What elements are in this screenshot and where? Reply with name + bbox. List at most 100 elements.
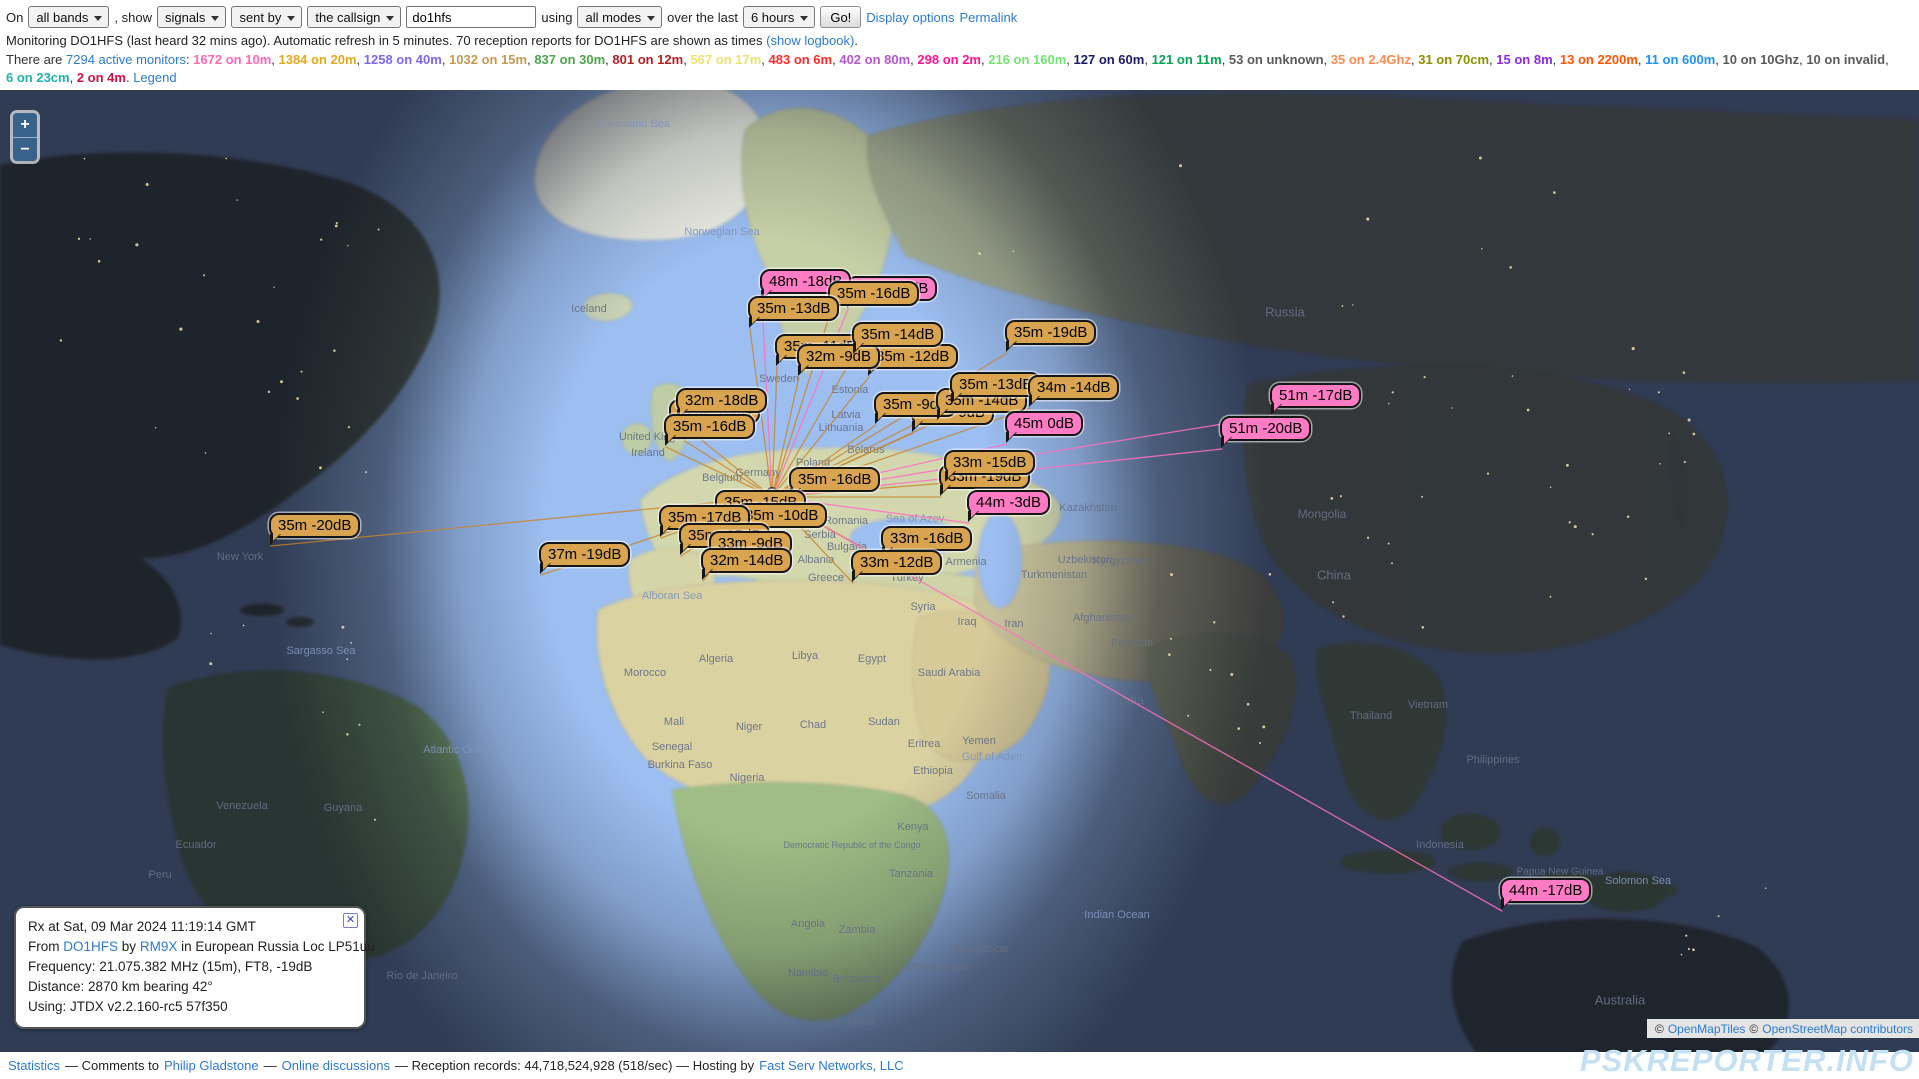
reception-balloon[interactable]: 35m -14dB [852,322,943,347]
band-count: 837 on 30m [534,52,605,67]
reception-balloon[interactable]: 35m -19dB [1005,320,1096,345]
reception-balloon[interactable]: 37m -19dB [539,542,630,567]
world-map[interactable]: Greenland SeaNorwegian SeaSargasso SeaAt… [0,90,1919,1052]
permalink-link[interactable]: Permalink [959,10,1017,25]
signal-ray [671,432,772,497]
reception-balloon[interactable]: 33m -15dB [944,450,1035,475]
discussions-link[interactable]: Online discussions [282,1058,390,1073]
from-callsign-link[interactable]: DO1HFS [63,939,118,954]
band-count: 127 on 60m [1074,52,1145,67]
reception-balloon[interactable]: 33m -16dB [881,526,972,551]
period-select[interactable]: 6 hours [743,6,815,28]
author-link[interactable]: Philip Gladstone [164,1058,259,1073]
band-count: 31 on 70cm [1418,52,1489,67]
over-label: over the last [667,10,738,25]
monitoring-status-row: Monitoring DO1HFS (last heard 32 mins ag… [0,28,1919,48]
status-bar: Statistics — Comments to Philip Gladston… [0,1052,1919,1079]
reception-balloon[interactable]: 32m -18dB [676,388,767,413]
modes-select[interactable]: all modes [577,6,662,28]
reception-balloon[interactable]: 35m -16dB [828,281,919,306]
copyright-icon: © [1749,1022,1758,1036]
hosting-link[interactable]: Fast Serv Networks, LLC [759,1058,904,1073]
callsign-input[interactable] [406,6,536,28]
display-options-link[interactable]: Display options [866,10,954,25]
reception-report-popup: ✕ Rx at Sat, 09 Mar 2024 11:19:14 GMT Fr… [14,906,366,1029]
show-logbook-link[interactable]: (show logbook) [766,33,854,48]
popup-frequency: Frequency: 21.075.382 MHz (15m), FT8, -1… [28,957,352,977]
band-count: 1258 on 40m [364,52,442,67]
popup-distance: Distance: 2870 km bearing 42° [28,977,352,997]
reception-balloon[interactable]: 35m -20dB [269,513,360,538]
chevron-down-icon [647,16,655,21]
reception-balloon[interactable]: 32m -9dB [797,344,880,369]
reception-balloon[interactable]: 33m -12dB [851,550,942,575]
band-count: 10 on invalid [1806,52,1885,67]
reception-balloon[interactable]: 45m 0dB [1005,411,1083,436]
popup-rx-time: Rx at Sat, 09 Mar 2024 11:19:14 GMT [28,917,352,937]
toolbar: On all bands , show signals sent by the … [0,0,1919,90]
band-count: 35 on 2.4Ghz [1331,52,1411,67]
band-counts-line1: 1672 on 10m, 1384 on 20m, 1258 on 40m, 1… [193,52,1888,67]
openmaptiles-link[interactable]: OpenMapTiles [1668,1022,1746,1036]
bands-select[interactable]: all bands [28,6,109,28]
band-count: 121 on 11m [1152,52,1222,67]
band-count: 298 on 2m [917,52,981,67]
map-attribution: © OpenMapTiles © OpenStreetMap contribut… [1647,1019,1919,1038]
band-count: 801 on 12m [612,52,683,67]
band-count: 53 on unknown [1229,52,1324,67]
reception-balloon[interactable]: 35m -16dB [789,467,880,492]
using-label: using [541,10,572,25]
band-count: 13 on 2200m [1560,52,1638,67]
band-count: 11 on 600m [1645,52,1715,67]
on-label: On [6,10,23,25]
band-count: 15 on 8m [1496,52,1552,67]
filter-type-select[interactable]: the callsign [307,6,401,28]
what-select[interactable]: signals [157,6,226,28]
popup-from-line: From DO1HFS by RM9X in European Russia L… [28,937,352,957]
chevron-down-icon [211,16,219,21]
active-monitors-row: There are 7294 active monitors: 1672 on … [0,48,1919,67]
zoom-out-button[interactable]: − [13,137,37,161]
reception-balloon[interactable]: 44m -3dB [967,490,1050,515]
band-count: 1672 on 10m [193,52,271,67]
map-zoom-control: + − [10,110,40,164]
statistics-link[interactable]: Statistics [8,1058,60,1073]
query-toolbar-row: On all bands , show signals sent by the … [0,0,1919,28]
close-icon[interactable]: ✕ [343,913,358,928]
band-count: 402 on 80m [839,52,910,67]
chevron-down-icon [287,16,295,21]
direction-select[interactable]: sent by [231,6,302,28]
band-counts-line2: 6 on 23cm, 2 on 4m. [6,70,133,85]
chevron-down-icon [94,16,102,21]
copyright-icon: © [1655,1022,1664,1036]
band-count: 2 on 4m [77,70,126,85]
legend-link[interactable]: Legend [133,70,176,85]
band-count: 1032 on 15m [449,52,527,67]
reception-balloon[interactable]: 35m -13dB [748,296,839,321]
band-count: 216 on 160m [988,52,1066,67]
band-count: 483 on 6m [769,52,833,67]
go-button[interactable]: Go! [820,6,861,28]
reception-balloon[interactable]: 34m -14dB [1028,375,1119,400]
openstreetmap-link[interactable]: OpenStreetMap contributors [1762,1022,1913,1036]
monitors-prefix: There are [6,52,62,67]
chevron-down-icon [386,16,394,21]
reception-balloon[interactable]: 32m -14dB [701,548,792,573]
receiver-callsign-link[interactable]: RM9X [140,939,178,954]
band-count: 6 on 23cm [6,70,70,85]
reception-balloon[interactable]: 51m -20dB [1220,416,1311,441]
chevron-down-icon [800,16,808,21]
show-label: , show [114,10,152,25]
reception-balloon[interactable]: 35m -12dB [867,344,958,369]
band-counts-row2: 6 on 23cm, 2 on 4m. Legend [0,67,1919,85]
monitoring-text: Monitoring DO1HFS (last heard 32 mins ag… [6,33,763,48]
band-count: 10 on 10Ghz [1723,52,1800,67]
reception-balloon[interactable]: 35m -16dB [664,414,755,439]
active-monitors-link[interactable]: 7294 active monitors [66,52,186,67]
reception-balloon[interactable]: 44m -17dB [1500,878,1591,903]
band-count: 567 on 17m [690,52,761,67]
band-count: 1384 on 20m [278,52,356,67]
popup-software: Using: JTDX v2.2.160-rc5 57f350 [28,997,352,1017]
reception-balloon[interactable]: 51m -17dB [1270,383,1361,408]
zoom-in-button[interactable]: + [13,113,37,137]
